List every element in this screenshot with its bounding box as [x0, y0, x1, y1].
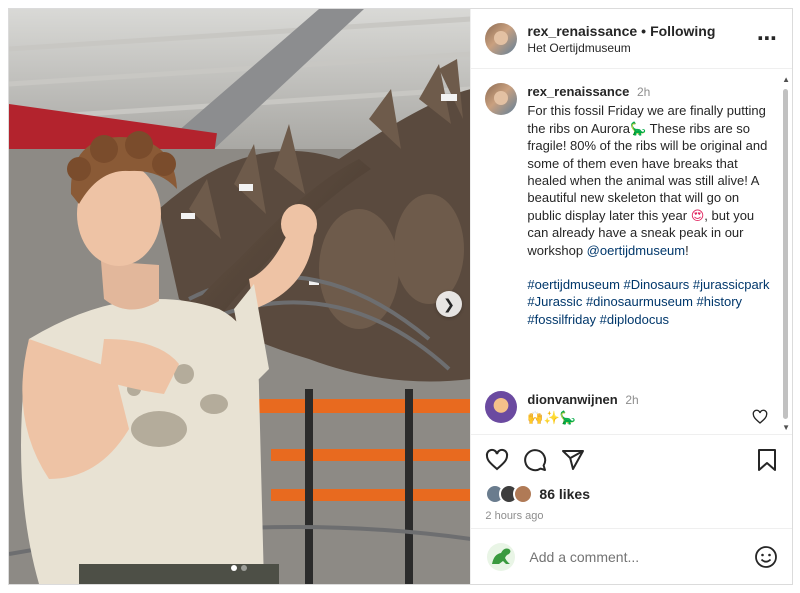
- caption-comment: rex_renaissance 2h For this fossil Frida…: [485, 83, 776, 328]
- caption-text-part: !: [685, 242, 689, 258]
- photo-scene: [9, 9, 471, 584]
- carousel-dot: [241, 565, 247, 571]
- post-side-panel: rex_renaissance • Following Het Oertijdm…: [470, 9, 792, 584]
- next-slide-button[interactable]: ❯: [436, 291, 462, 317]
- commenter-username[interactable]: dionvanwijnen: [527, 392, 617, 407]
- post-timestamp[interactable]: 2 hours ago: [485, 510, 778, 522]
- dinosaur-avatar-icon: [485, 541, 517, 573]
- likes-count[interactable]: 86 likes: [539, 486, 590, 502]
- save-bookmark-icon[interactable]: [756, 448, 778, 472]
- caption-author-avatar[interactable]: [485, 83, 518, 115]
- comment-item: dionvanwijnen 2h 🙌✨🦕: [485, 391, 777, 427]
- post-actions: 86 likes 2 hours ago: [471, 434, 792, 522]
- comment-time[interactable]: 2h: [625, 393, 638, 407]
- separator-dot: •: [641, 22, 647, 39]
- following-button[interactable]: Following: [650, 23, 715, 39]
- hashtag-link[interactable]: #history: [697, 294, 743, 309]
- comments-scrollbar[interactable]: [783, 89, 788, 419]
- carousel-indicator: [231, 565, 247, 571]
- mention-link[interactable]: @oertijdmuseum: [587, 243, 685, 258]
- comment-composer: [471, 528, 792, 584]
- hashtag-link[interactable]: #fossilfriday: [527, 312, 596, 327]
- scroll-down-arrow-icon[interactable]: ▼: [782, 423, 790, 432]
- heart-eyes-emoji-icon: 😍: [690, 207, 705, 223]
- comments-section[interactable]: rex_renaissance 2h For this fossil Frida…: [471, 69, 792, 434]
- comment-text: 🙌✨🦕: [527, 410, 576, 425]
- hashtag-link[interactable]: #dinosaurmuseum: [586, 294, 693, 309]
- like-heart-icon[interactable]: [485, 448, 509, 472]
- like-comment-heart-icon[interactable]: [752, 409, 768, 425]
- comment-bubble-icon[interactable]: [523, 448, 547, 472]
- chevron-right-icon: ❯: [443, 295, 455, 312]
- hashtag-link[interactable]: #oertijdmuseum: [527, 277, 620, 292]
- post-location[interactable]: Het Oertijdmuseum: [527, 41, 757, 55]
- hashtag-list: #oertijdmuseum #Dinosaurs #jurassicpark …: [527, 276, 771, 328]
- post-dialog: ❯ rex_renaissance • Following Het Oertij…: [8, 8, 793, 585]
- carousel-dot: [231, 565, 237, 571]
- caption-username[interactable]: rex_renaissance: [527, 84, 629, 99]
- post-photo[interactable]: ❯: [9, 9, 471, 584]
- hashtag-link[interactable]: #diplodocus: [600, 312, 669, 327]
- likes-summary[interactable]: 86 likes: [485, 483, 778, 505]
- liker-avatar: [513, 484, 534, 504]
- post-header: rex_renaissance • Following Het Oertijdm…: [471, 9, 792, 69]
- commenter-avatar[interactable]: [485, 391, 518, 423]
- caption-time[interactable]: 2h: [637, 85, 650, 99]
- dinosaur-emoji-icon: 🦕: [630, 120, 647, 136]
- share-send-icon[interactable]: [561, 448, 585, 472]
- emoji-smiley-icon[interactable]: [754, 545, 778, 569]
- hashtag-link[interactable]: #jurassicpark: [693, 277, 770, 292]
- author-username[interactable]: rex_renaissance: [527, 23, 637, 39]
- caption-text: For this fossil Friday we are finally pu…: [527, 102, 771, 259]
- more-horizontal-icon[interactable]: ⋯: [757, 26, 778, 51]
- hashtag-link[interactable]: #Dinosaurs: [624, 277, 690, 292]
- hashtag-link[interactable]: #Jurassic: [527, 294, 582, 309]
- author-avatar[interactable]: [485, 22, 518, 55]
- add-comment-input[interactable]: [529, 548, 754, 565]
- scroll-up-arrow-icon[interactable]: ▲: [782, 75, 790, 84]
